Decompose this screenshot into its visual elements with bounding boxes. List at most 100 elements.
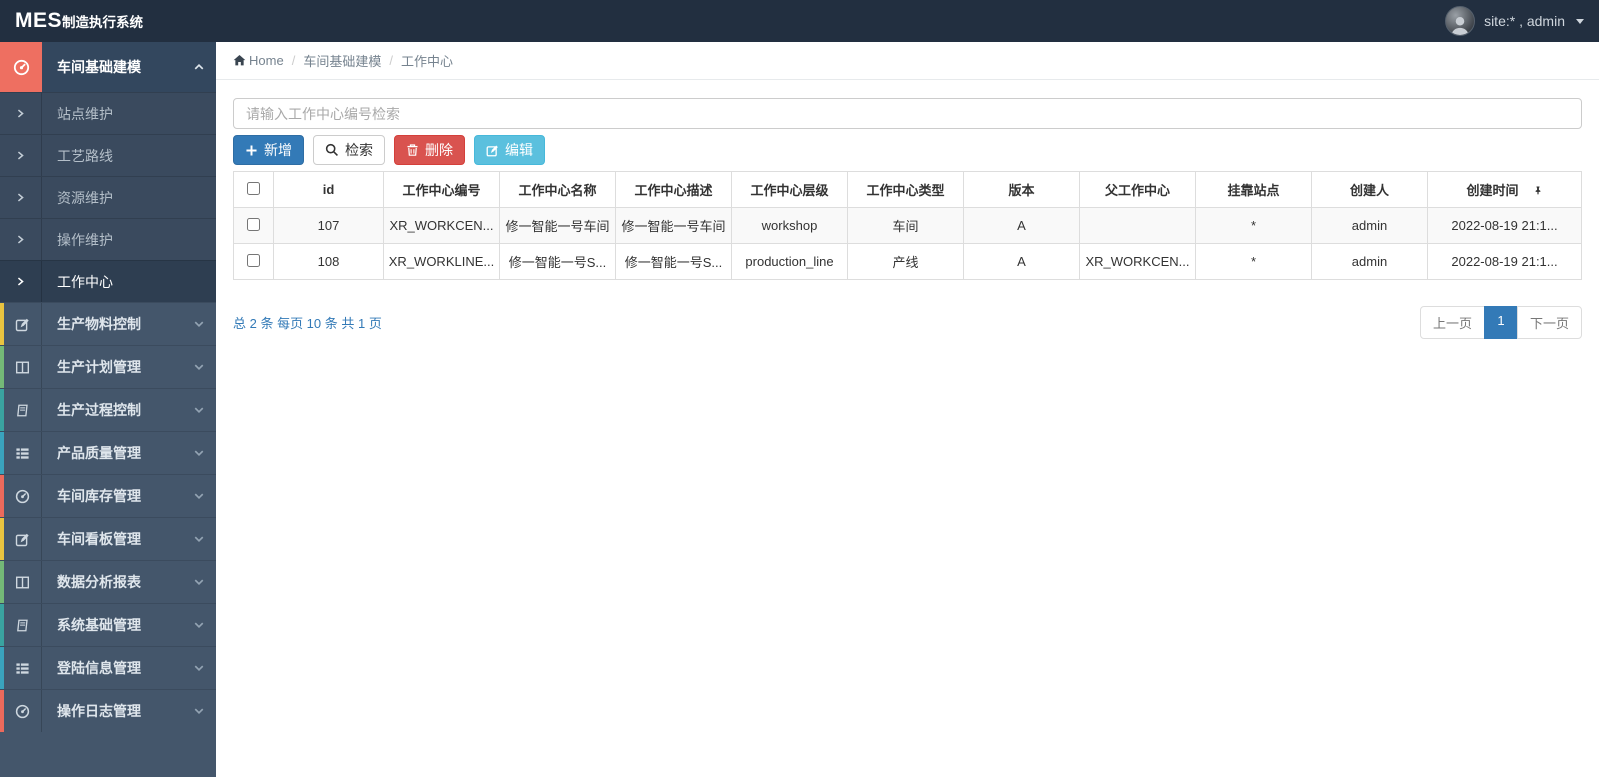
breadcrumb-level1[interactable]: 车间基础建模 (303, 51, 381, 70)
sidebar-item-label: 操作日志管理 (57, 703, 141, 719)
pagination-summary: 总 2 条 每页 10 条 共 1 页 (233, 316, 382, 331)
chevron-down-icon (182, 432, 216, 474)
row-select-cell (233, 207, 274, 244)
chevron-right-icon (0, 177, 42, 218)
sidebar-item-production-plan-management[interactable]: 生产计划管理 (0, 345, 216, 388)
sidebar-item-workshop-inventory-management[interactable]: 车间库存管理 (0, 474, 216, 517)
column-header-work-center-code[interactable]: 工作中心编号 (383, 171, 500, 208)
column-header-work-center-type[interactable]: 工作中心类型 (847, 171, 964, 208)
select-all-checkbox[interactable] (247, 181, 260, 195)
column-header-parent-work-center[interactable]: 父工作中心 (1079, 171, 1196, 208)
sidebar-item-resource-maintenance[interactable]: 资源维护 (0, 176, 216, 218)
table-row[interactable]: 108 XR_WORKLINE... 修一智能一号S... 修一智能一号S...… (233, 243, 1582, 280)
list-icon (4, 647, 42, 689)
sidebar-item-workshop-base-modeling[interactable]: 车间基础建模 (0, 42, 216, 92)
edit-icon (4, 303, 42, 345)
sidebar-item-production-material-control[interactable]: 生产物料控制 (0, 302, 216, 345)
search-button-label: 检索 (345, 142, 373, 158)
brand-logo[interactable]: MES 制造执行系统 (15, 9, 143, 33)
sidebar-item-station-maintenance[interactable]: 站点维护 (0, 92, 216, 134)
row-checkbox[interactable] (247, 253, 260, 267)
table-row[interactable]: 107 XR_WORKCEN... 修一智能一号车间 修一智能一号车间 work… (233, 207, 1582, 244)
sidebar-item-login-info-management[interactable]: 登陆信息管理 (0, 646, 216, 689)
sidebar-item-label: 工作中心 (57, 273, 113, 290)
gauge-icon (0, 42, 42, 92)
work-center-table: id 工作中心编号 工作中心名称 工作中心描述 工作中心层级 工作中心类型 版本… (233, 171, 1582, 280)
cell-work-center-desc: 修一智能一号S... (615, 243, 732, 280)
sidebar-submenu: 站点维护 工艺路线 资源维护 操作维护 工作中心 (0, 92, 216, 302)
sidebar-item-production-process-control[interactable]: 生产过程控制 (0, 388, 216, 431)
column-header-work-center-desc[interactable]: 工作中心描述 (615, 171, 732, 208)
caret-down-icon (1576, 18, 1584, 24)
sidebar-item-operation-maintenance[interactable]: 操作维护 (0, 218, 216, 260)
sidebar-item-label: 产品质量管理 (57, 445, 141, 461)
cell-work-center-type: 产线 (847, 243, 964, 280)
sidebar-item-product-quality-management[interactable]: 产品质量管理 (0, 431, 216, 474)
chevron-down-icon (182, 604, 216, 646)
cell-parent-work-center: XR_WORKCEN... (1079, 243, 1196, 280)
cell-work-center-level: production_line (731, 243, 848, 280)
column-header-create-time[interactable]: 创建时间 (1427, 171, 1582, 208)
column-header-attached-station[interactable]: 挂靠站点 (1195, 171, 1312, 208)
row-checkbox[interactable] (247, 217, 260, 231)
header-select-all (233, 171, 274, 208)
cell-work-center-type: 车间 (847, 207, 964, 244)
column-header-id[interactable]: id (273, 171, 384, 208)
cell-parent-work-center (1079, 207, 1196, 244)
search-input[interactable] (233, 98, 1582, 129)
prev-page-button[interactable]: 上一页 (1419, 306, 1485, 339)
sidebar-item-label: 操作维护 (57, 231, 113, 248)
cell-work-center-name: 修一智能一号车间 (499, 207, 616, 244)
column-header-creator[interactable]: 创建人 (1311, 171, 1428, 208)
list-icon (4, 432, 42, 474)
cell-work-center-code: XR_WORKLINE... (383, 243, 500, 280)
person-silhouette-icon (1451, 16, 1469, 35)
next-page-button[interactable]: 下一页 (1516, 306, 1582, 339)
cell-work-center-desc: 修一智能一号车间 (615, 207, 732, 244)
sidebar-item-operation-log-management[interactable]: 操作日志管理 (0, 689, 216, 732)
breadcrumb-home[interactable]: Home (249, 53, 284, 68)
page-1-button[interactable]: 1 (1483, 306, 1518, 339)
edit-button[interactable]: 编辑 (474, 135, 545, 165)
content-panel: 新增 检索 删除 编辑 (216, 80, 1599, 339)
sidebar: 车间基础建模 站点维护 工艺路线 资源维护 操作维护 工作中心 生产物料控制 生… (0, 42, 216, 777)
user-label: site:* , admin (1484, 13, 1565, 29)
chevron-down-icon (182, 561, 216, 603)
delete-button[interactable]: 删除 (394, 135, 465, 165)
user-menu[interactable]: site:* , admin (1445, 6, 1584, 36)
edit-icon (4, 518, 42, 560)
pin-icon[interactable] (1533, 184, 1543, 199)
cell-attached-station: * (1195, 243, 1312, 280)
sidebar-item-workshop-board-management[interactable]: 车间看板管理 (0, 517, 216, 560)
breadcrumb-level2: 工作中心 (400, 54, 453, 69)
column-header-work-center-level[interactable]: 工作中心层级 (731, 171, 848, 208)
cell-creator: admin (1311, 207, 1428, 244)
sidebar-item-process-route[interactable]: 工艺路线 (0, 134, 216, 176)
sidebar-item-work-center[interactable]: 工作中心 (0, 260, 216, 302)
edit-icon (486, 144, 498, 156)
gauge-icon (4, 690, 42, 732)
sidebar-item-label: 车间看板管理 (57, 531, 141, 547)
column-header-work-center-name[interactable]: 工作中心名称 (499, 171, 616, 208)
search-icon (325, 143, 338, 156)
column-header-version[interactable]: 版本 (963, 171, 1080, 208)
mes-app: MES 制造执行系统 site:* , admin 车间基础建模 站点维护 工艺… (0, 0, 1599, 777)
chevron-down-icon (182, 647, 216, 689)
breadcrumb-separator: / (389, 53, 393, 68)
chevron-down-icon (182, 346, 216, 388)
sidebar-item-system-base-management[interactable]: 系统基础管理 (0, 603, 216, 646)
add-button-label: 新增 (264, 142, 292, 158)
cell-work-center-name: 修一智能一号S... (499, 243, 616, 280)
cell-work-center-level: workshop (731, 207, 848, 244)
sidebar-item-data-analysis-reports[interactable]: 数据分析报表 (0, 560, 216, 603)
columns-icon (4, 346, 42, 388)
top-navbar: MES 制造执行系统 site:* , admin (0, 0, 1599, 42)
add-button[interactable]: 新增 (233, 135, 304, 165)
sidebar-item-label: 生产计划管理 (57, 359, 141, 375)
search-button[interactable]: 检索 (313, 135, 385, 165)
sidebar-item-label: 资源维护 (57, 189, 113, 206)
sidebar-item-label: 车间库存管理 (57, 488, 141, 504)
edit-button-label: 编辑 (505, 142, 533, 158)
pagination: 上一页 1 下一页 (1419, 306, 1582, 339)
chevron-down-icon (182, 303, 216, 345)
